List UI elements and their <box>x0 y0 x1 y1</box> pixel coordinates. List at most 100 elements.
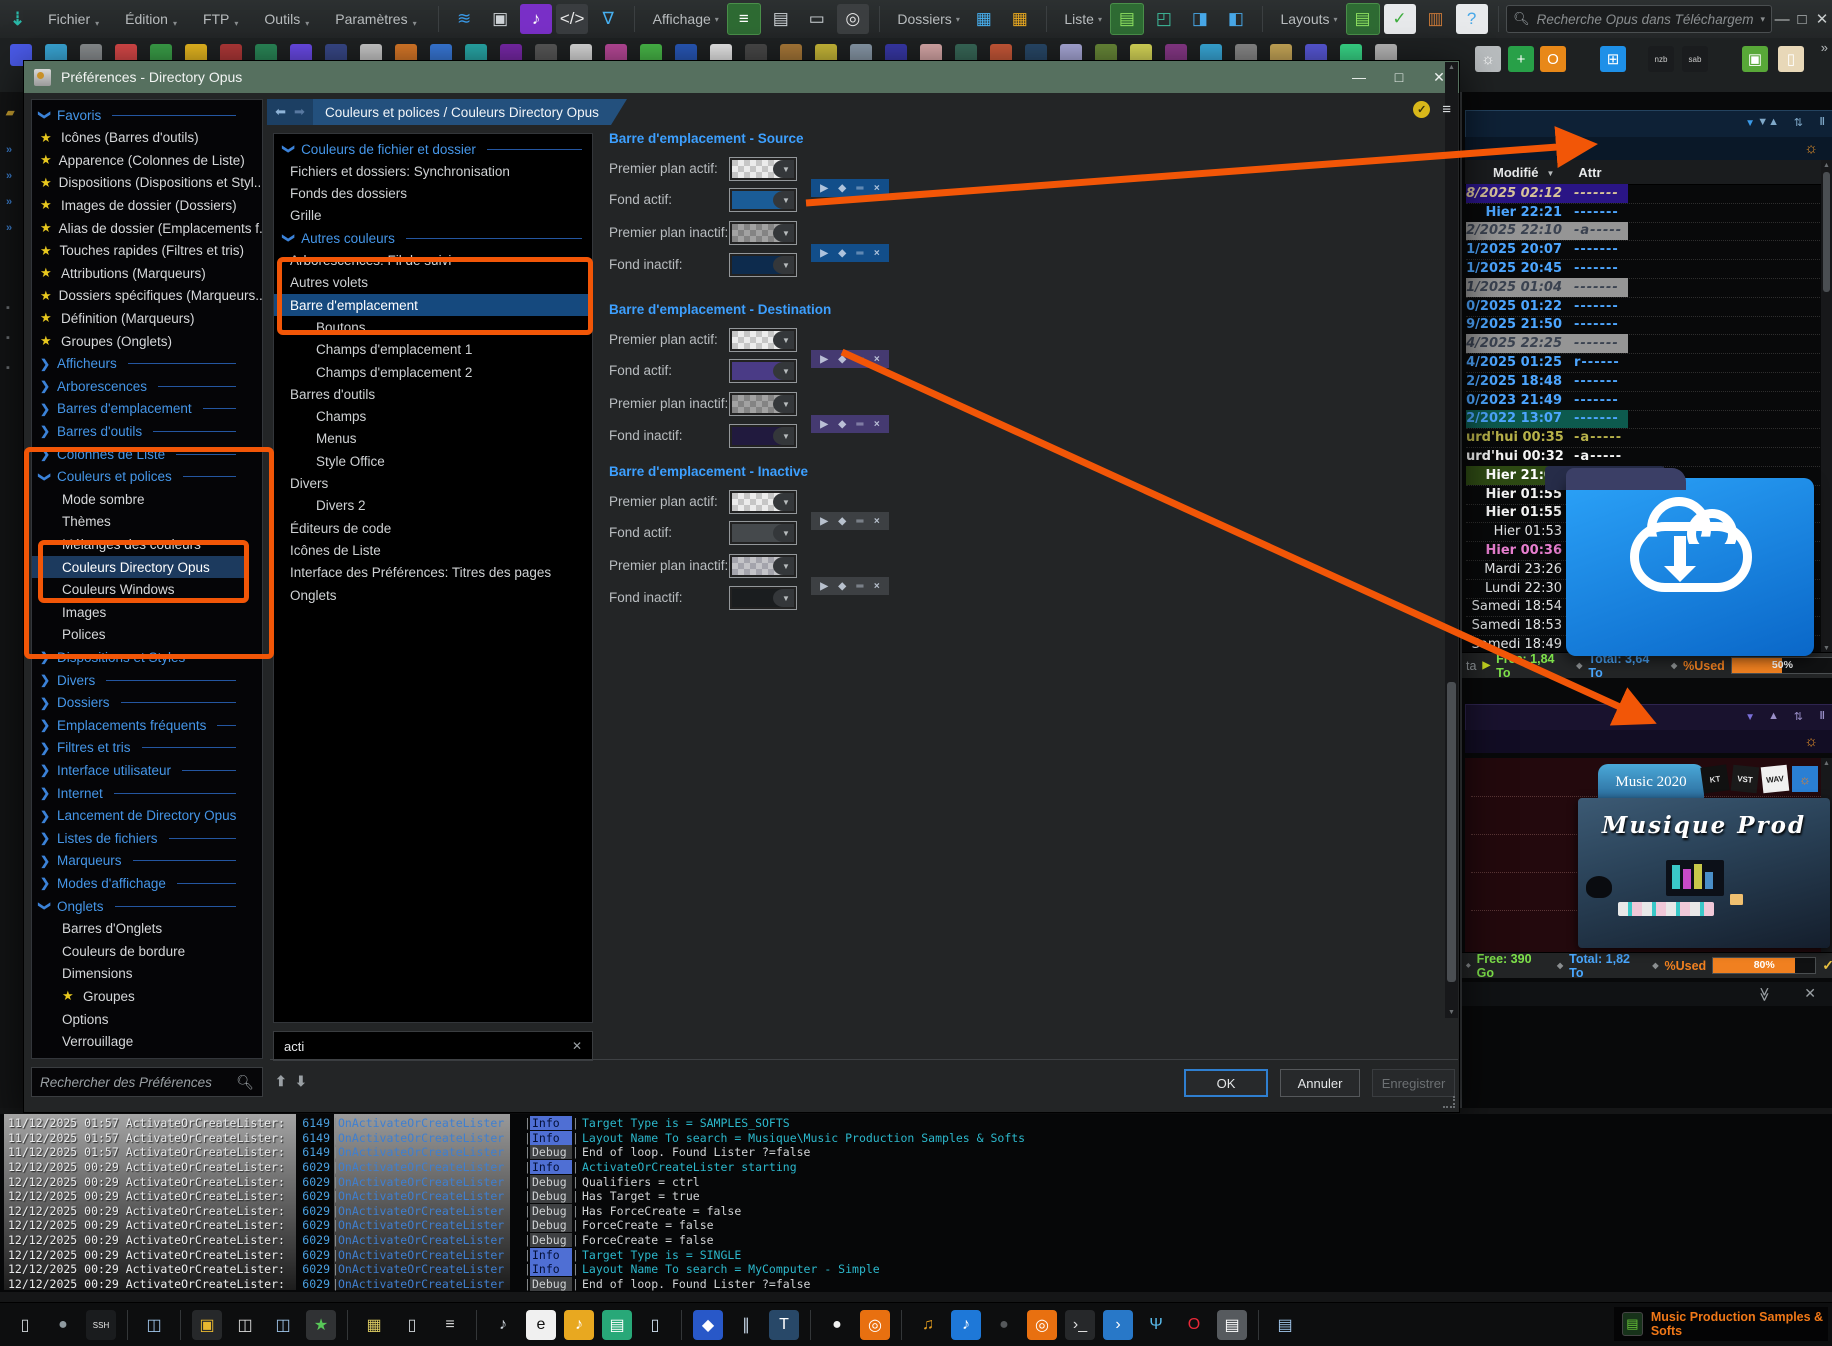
sidebar-item-21[interactable]: Couleurs Windows <box>32 579 244 601</box>
sidebar-item-27[interactable]: ❯Emplacements fréquents <box>32 714 244 736</box>
menu-2[interactable]: FTP▾ <box>190 0 251 38</box>
dropdown-arrow-icon[interactable]: ▼ <box>773 224 794 242</box>
view-record-button[interactable]: ◎ <box>837 4 869 34</box>
sidebar-item-24[interactable]: ❯Dispositions et Styles <box>32 646 244 668</box>
color-dropdown-2-2[interactable]: ▼ <box>729 554 797 578</box>
sidebar-item-36[interactable]: Barres d'Onglets <box>32 918 244 940</box>
sidebar-item-40[interactable]: Options <box>32 1008 244 1030</box>
view-checkbox-button[interactable]: ▤ <box>765 4 797 34</box>
menu-4[interactable]: Paramètres▾ <box>322 0 429 38</box>
audio-jack-icon[interactable]: ♪ <box>488 1310 518 1340</box>
view-display-button[interactable]: ▭ <box>801 4 833 34</box>
dropdown-arrow-icon[interactable]: ▼ <box>773 589 794 607</box>
prefs-minimize-button[interactable]: — <box>1339 69 1379 85</box>
sidebar-item-11[interactable]: ❯Afficheurs <box>32 353 244 375</box>
color-dropdown-2-1[interactable]: ▼ <box>729 521 797 545</box>
diamond-app-icon[interactable]: ◆ <box>693 1310 723 1340</box>
target2-icon[interactable]: ◎ <box>1027 1310 1057 1340</box>
sidebar-item-31[interactable]: ❯Lancement de Directory Opus <box>32 805 244 827</box>
tree-item-0[interactable]: ❯Couleurs de fichier et dossier <box>274 138 592 160</box>
tree-item-18[interactable]: Icônes de Liste <box>274 539 592 561</box>
pause-icon[interactable]: ‖ <box>1820 116 1825 128</box>
panes-icon[interactable]: ◫ <box>230 1310 260 1340</box>
sidebar-item-18[interactable]: Thèmes <box>32 511 244 533</box>
music-note-icon[interactable]: ♪ <box>951 1310 981 1340</box>
keyboard-icon[interactable]: ▤ <box>602 1310 632 1340</box>
swatch-toolbar-1-0[interactable]: ▶◆═× <box>811 350 889 368</box>
file-row-6[interactable]: 0/2025 01:22------- <box>1466 297 1824 317</box>
chevron-icon[interactable]: » <box>6 222 12 234</box>
file-row-2[interactable]: 2/2025 22:10-a----- <box>1466 222 1824 242</box>
dropdown-arrow-icon[interactable]: ▼ <box>773 395 794 413</box>
dropdown-arrow-icon[interactable]: ▼ <box>773 493 794 511</box>
toolbar2-tool-icon[interactable]: + <box>1508 46 1534 72</box>
sidebar-item-13[interactable]: ❯Barres d'emplacement <box>32 398 244 420</box>
folder-star-icon[interactable]: ★ <box>306 1310 336 1340</box>
sidebar-item-35[interactable]: ❯Onglets <box>32 895 244 917</box>
taskbar-status-button[interactable]: ▤ Music Production Samples & Softs <box>1614 1307 1828 1341</box>
toolbar2-tool-icon[interactable]: ⊞ <box>1600 46 1626 72</box>
text-remove-icon[interactable]: T <box>769 1310 799 1340</box>
sidebar-item-23[interactable]: Polices <box>32 624 244 646</box>
view-details-button[interactable]: ≡ <box>727 3 761 35</box>
sidebar-item-34[interactable]: ❯Modes d'affichage <box>32 872 244 894</box>
eject-icon[interactable]: ▲ <box>1768 710 1779 722</box>
chevron-icon[interactable]: » <box>6 170 12 182</box>
color-dropdown-2-0[interactable]: ▼ <box>729 490 797 514</box>
layouts-menu[interactable]: Layouts <box>1280 11 1329 27</box>
swatch-toolbar-2-0[interactable]: ▶◆═× <box>811 512 889 530</box>
browser-icon[interactable]: ▣ <box>484 4 516 34</box>
dropdown-arrow-icon[interactable]: ▼ <box>773 191 794 209</box>
tree-item-17[interactable]: Éditeurs de code <box>274 517 592 539</box>
code-icon[interactable]: </> <box>556 4 588 34</box>
file-row-10[interactable]: 2/2025 18:48------- <box>1466 372 1824 392</box>
sidebar-item-22[interactable]: Images <box>32 601 244 623</box>
swatch-toolbar-0-1[interactable]: ▶◆═× <box>811 244 889 262</box>
sidebar-scrollbar[interactable]: ▲ ▼ <box>1445 62 1458 1018</box>
tree-item-8[interactable]: Boutons <box>274 316 592 338</box>
affichage-menu[interactable]: Affichage <box>653 11 711 27</box>
color-dropdown-0-1[interactable]: ▼ <box>729 188 797 212</box>
chevron-icon[interactable]: » <box>6 144 12 156</box>
swatch-toolbar-1-1[interactable]: ▶◆═× <box>811 415 889 433</box>
toolbar2-tool-icon[interactable]: sab <box>1682 46 1708 72</box>
sync-sphere-icon[interactable]: ● <box>48 1310 78 1340</box>
color-dropdown-0-0[interactable]: ▼ <box>729 157 797 181</box>
tree-item-3[interactable]: Grille <box>274 205 592 227</box>
tree-item-6[interactable]: Autres volets <box>274 272 592 294</box>
tree-item-11[interactable]: Barres d'outils <box>274 383 592 405</box>
cancel-button[interactable]: Annuler <box>1280 1069 1360 1097</box>
window-close-button[interactable]: ✕ <box>1812 10 1832 28</box>
list-dual-button[interactable]: ◧ <box>1220 4 1252 34</box>
filter-input[interactable]: acti ✕ <box>273 1031 593 1061</box>
list-right-button[interactable]: ◨ <box>1184 4 1216 34</box>
sidebar-item-3[interactable]: ★Dispositions (Dispositions et Styl... <box>32 172 244 194</box>
location-bar-dest[interactable]: ▼ ▲ ⇅ ‖ <box>1465 704 1832 732</box>
file-row-14[interactable]: urd'hui 00:32-a----- <box>1466 447 1824 467</box>
red-o-icon[interactable]: O <box>1179 1310 1209 1340</box>
toolbar2-tool-icon[interactable]: ▯ <box>1778 46 1804 72</box>
file-row-5[interactable]: 1/2025 01:04------- <box>1466 278 1824 298</box>
color-dropdown-2-3[interactable]: ▼ <box>729 586 797 610</box>
ssh-terminal-icon[interactable]: SSH <box>86 1310 116 1340</box>
tree-item-7[interactable]: Barre d'emplacement <box>274 294 592 316</box>
tree-item-16[interactable]: Divers 2 <box>274 495 592 517</box>
tree-item-10[interactable]: Champs d'emplacement 2 <box>274 361 592 383</box>
window-colors-icon[interactable]: ▤ <box>1217 1310 1247 1340</box>
sidebar-item-33[interactable]: ❯Marqueurs <box>32 850 244 872</box>
close-panel-icon[interactable]: ✕ <box>1804 985 1816 1002</box>
toolbar2-tool-icon[interactable]: nzb <box>1648 46 1674 72</box>
tree-item-13[interactable]: Menus <box>274 428 592 450</box>
sidebar-item-8[interactable]: ★Dossiers spécifiques (Marqueurs... <box>32 285 244 307</box>
sphere-dark-icon[interactable]: ● <box>989 1310 1019 1340</box>
dropdown-arrow-icon[interactable]: ▼ <box>773 427 794 445</box>
opus-gear-icon[interactable]: ☼ <box>1804 733 1818 750</box>
sidebar-item-28[interactable]: ❯Filtres et tris <box>32 737 244 759</box>
save-button[interactable]: Enregistrer <box>1372 1069 1455 1097</box>
layers-icon[interactable]: ≋ <box>448 4 480 34</box>
location-dropdown-icon[interactable]: ▼ <box>1745 712 1755 723</box>
collapse-panel-icon[interactable]: ≫ <box>1756 987 1773 1002</box>
search-dropdown-icon[interactable]: ▾ <box>1761 14 1766 25</box>
drive-icon[interactable]: ▯ <box>10 1310 40 1340</box>
target-icon[interactable]: ◎ <box>860 1310 890 1340</box>
